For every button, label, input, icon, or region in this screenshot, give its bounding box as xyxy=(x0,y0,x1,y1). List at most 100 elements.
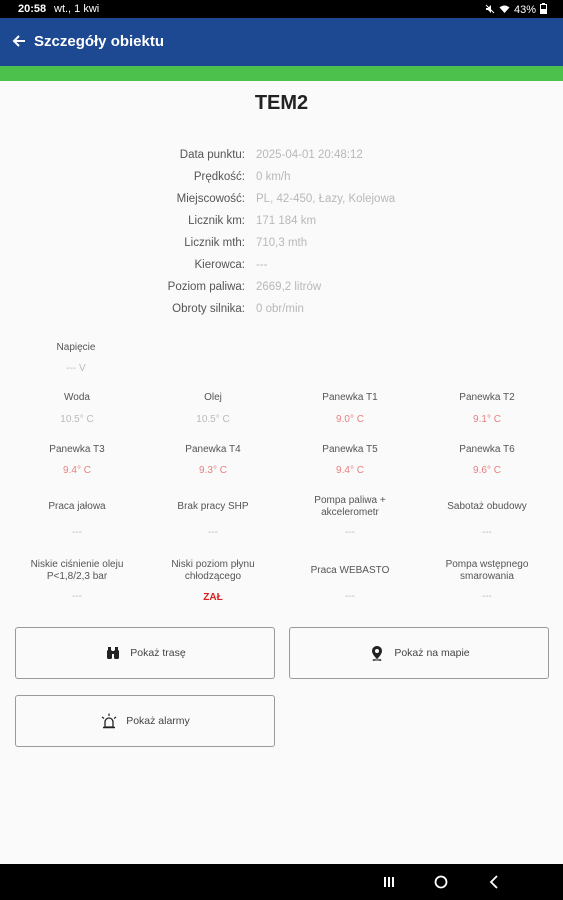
detail-row: Miejscowość: PL, 42-450, Łazy, Kolejowa xyxy=(0,193,563,213)
temp-value: 10.5° C xyxy=(60,414,94,425)
back-icon[interactable] xyxy=(482,872,506,892)
detail-value: 2025-04-01 20:48:12 xyxy=(256,149,363,161)
temp-value: 9.1° C xyxy=(473,414,501,425)
status-label: Praca WEBASTO xyxy=(310,565,390,576)
home-icon[interactable] xyxy=(429,872,453,892)
temp-label: Panewka T4 xyxy=(185,444,241,455)
status-icons: 43% xyxy=(485,3,547,17)
temp-cell-t5: Panewka T5 9.4° C xyxy=(280,444,420,476)
temp-label: Panewka T6 xyxy=(459,444,515,455)
temp-cell-t3: Panewka T3 9.4° C xyxy=(7,444,147,476)
show-on-map-label: Pokaż na mapie xyxy=(394,647,470,659)
voltage-value: --- V xyxy=(66,363,86,374)
voltage-cell: Napięcie --- V xyxy=(6,342,146,374)
status-bar: 20:58 wt., 1 kwi 43% xyxy=(0,0,563,18)
temp-label: Panewka T3 xyxy=(49,444,105,455)
battery-icon xyxy=(540,3,547,17)
detail-value: 2669,2 litrów xyxy=(256,281,322,293)
status-cell-fuel-pump: Pompa paliwa + akcelerometr --- xyxy=(280,495,420,538)
status-label: Niski poziom płynu chłodzącego xyxy=(171,559,255,582)
show-on-map-button[interactable]: Pokaż na mapie xyxy=(289,627,549,679)
detail-label: Licznik km: xyxy=(188,215,245,227)
status-label: Niskie ciśnienie oleju P<1,8/2,3 bar xyxy=(30,559,124,582)
status-date: wt., 1 kwi xyxy=(54,3,100,15)
status-cell-oil-pressure: Niskie ciśnienie oleju P<1,8/2,3 bar --- xyxy=(7,559,147,602)
status-cell-prelube: Pompa wstępnego smarowania --- xyxy=(417,559,557,602)
battery-percent: 43% xyxy=(513,4,536,16)
status-cell-shp: Brak pracy SHP --- xyxy=(143,501,283,538)
detail-row: Licznik km: 171 184 km xyxy=(0,215,563,235)
temp-value: 9.6° C xyxy=(473,465,501,476)
detail-row: Data punktu: 2025-04-01 20:48:12 xyxy=(0,149,563,169)
temp-value: 9.3° C xyxy=(199,465,227,476)
temp-value: 10.5° C xyxy=(196,414,230,425)
status-value: ZAŁ xyxy=(203,592,223,603)
detail-label: Kierowca: xyxy=(194,259,246,271)
alarm-light-icon xyxy=(100,712,118,730)
status-value: --- xyxy=(482,591,492,602)
detail-row: Prędkość: 0 km/h xyxy=(0,171,563,191)
temp-cell-t2: Panewka T2 9.1° C xyxy=(417,392,557,425)
status-value: --- xyxy=(72,591,82,602)
status-label: Brak pracy SHP xyxy=(177,501,249,512)
temp-label: Panewka T5 xyxy=(322,444,378,455)
system-nav-bar xyxy=(0,864,563,900)
status-value: --- xyxy=(72,527,82,538)
detail-label: Miejscowość: xyxy=(176,193,245,205)
show-route-label: Pokaż trasę xyxy=(130,647,186,659)
temp-cell-t1: Panewka T1 9.0° C xyxy=(280,392,420,425)
temp-cell-oil: Olej 10.5° C xyxy=(143,392,283,425)
show-alarms-label: Pokaż alarmy xyxy=(126,715,190,727)
status-label: Praca jałowa xyxy=(48,501,106,512)
status-label: Pompa paliwa + akcelerometr xyxy=(314,495,386,518)
detail-row: Poziom paliwa: 2669,2 litrów xyxy=(0,281,563,301)
temp-value: 9.0° C xyxy=(336,414,364,425)
show-route-button[interactable]: Pokaż trasę xyxy=(15,627,275,679)
temp-label: Olej xyxy=(204,392,222,403)
temp-value: 9.4° C xyxy=(336,465,364,476)
detail-value: 710,3 mth xyxy=(256,237,308,249)
status-value: --- xyxy=(345,527,355,538)
temp-value: 9.4° C xyxy=(63,465,91,476)
status-cell-webasto: Praca WEBASTO --- xyxy=(280,565,420,602)
show-alarms-button[interactable]: Pokaż alarmy xyxy=(15,695,275,747)
status-cell-sabotage: Sabotaż obudowy --- xyxy=(417,501,557,538)
detail-label: Licznik mth: xyxy=(184,237,245,249)
wifi-icon xyxy=(499,4,510,17)
status-strip xyxy=(0,66,563,81)
temp-label: Panewka T2 xyxy=(459,392,515,403)
detail-row: Licznik mth: 710,3 mth xyxy=(0,237,563,257)
status-value: --- xyxy=(345,591,355,602)
detail-row: Obroty silnika: 0 obr/min xyxy=(0,303,563,323)
detail-label: Poziom paliwa: xyxy=(167,281,245,293)
temp-cell-t6: Panewka T6 9.6° C xyxy=(417,444,557,476)
mute-icon xyxy=(485,4,495,17)
voltage-label: Napięcie xyxy=(56,342,96,353)
detail-label: Prędkość: xyxy=(193,171,245,183)
temp-label: Panewka T1 xyxy=(322,392,378,403)
detail-value: 0 obr/min xyxy=(256,303,304,315)
detail-value: 171 184 km xyxy=(256,215,317,227)
detail-value: 0 km/h xyxy=(256,171,291,183)
binoculars-icon xyxy=(104,644,122,662)
object-name: TEM2 xyxy=(254,92,309,114)
status-value: --- xyxy=(482,527,492,538)
temp-cell-t4: Panewka T4 9.3° C xyxy=(143,444,283,476)
detail-value: PL, 42-450, Łazy, Kolejowa xyxy=(256,193,396,205)
status-label: Pompa wstępnego smarowania xyxy=(445,559,529,582)
status-cell-idle: Praca jałowa --- xyxy=(7,501,147,538)
detail-value: --- xyxy=(256,259,268,271)
app-bar: Szczegóły obiektu xyxy=(0,18,563,66)
detail-row: Kierowca: --- xyxy=(0,259,563,279)
status-label: Sabotaż obudowy xyxy=(447,501,527,512)
status-value: --- xyxy=(208,527,218,538)
status-time: 20:58 xyxy=(18,3,47,15)
detail-label: Obroty silnika: xyxy=(172,303,245,315)
temp-cell-water: Woda 10.5° C xyxy=(7,392,147,425)
status-cell-coolant: Niski poziom płynu chłodzącego ZAŁ xyxy=(143,559,283,603)
detail-label: Data punktu: xyxy=(179,149,245,161)
page-title: Szczegóły obiektu xyxy=(34,33,165,50)
recent-apps-icon[interactable] xyxy=(377,872,401,892)
map-pin-icon xyxy=(368,644,386,662)
back-arrow-icon[interactable] xyxy=(8,30,30,52)
